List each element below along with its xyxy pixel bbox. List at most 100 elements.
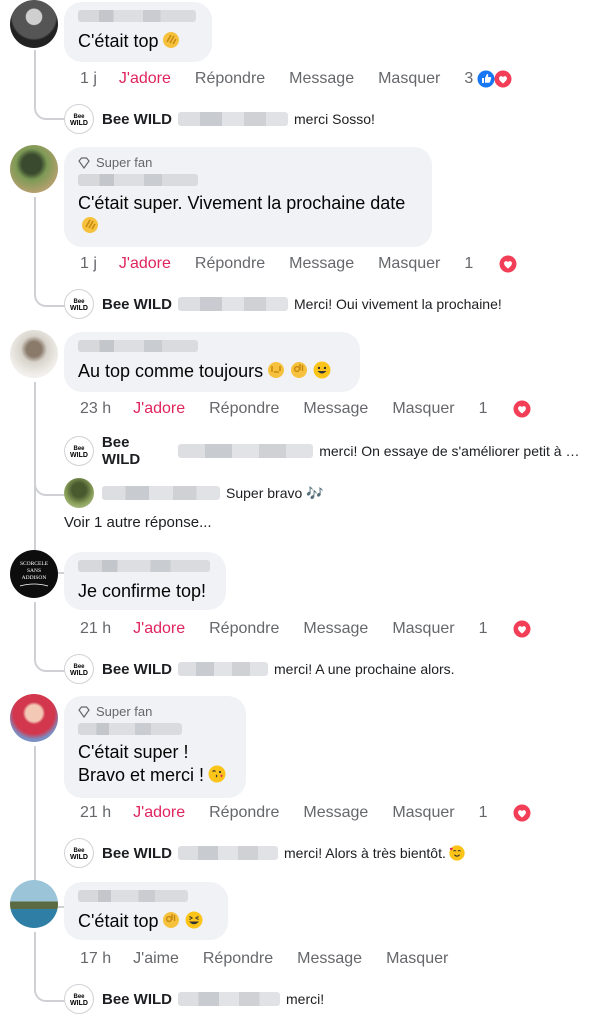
reaction-count: 1	[478, 400, 488, 417]
timestamp[interactable]: 21 h	[80, 804, 111, 822]
reply-author[interactable]: Bee WILD	[102, 434, 172, 468]
reply-row: Bee WILD Bee WILD merci! Alors à très bie…	[64, 838, 466, 868]
bee-wild-logo[interactable]: Bee WILD	[64, 654, 94, 684]
author-name-blurred[interactable]	[78, 560, 210, 572]
reply-button[interactable]: Répondre	[203, 950, 273, 968]
avatar[interactable]	[10, 0, 58, 48]
author-name-blurred[interactable]	[78, 890, 188, 902]
timestamp[interactable]: 23 h	[80, 400, 111, 418]
reply-row: Bee WILD Bee WILD merci Sosso!	[64, 104, 375, 134]
reaction-summary[interactable]: 1	[479, 620, 532, 638]
mention-blurred[interactable]	[178, 846, 279, 860]
comment-text: C'était top	[78, 911, 159, 931]
reaction-count: 1	[478, 804, 488, 821]
avatar[interactable]	[10, 330, 58, 378]
reaction-summary[interactable]: 1	[479, 804, 532, 822]
author-name-blurred[interactable]	[78, 174, 198, 186]
author-name-blurred[interactable]	[102, 486, 220, 500]
mention-blurred[interactable]	[177, 444, 314, 458]
love-reaction-icon	[513, 620, 531, 638]
message-button[interactable]: Message	[303, 620, 368, 638]
comment-bubble: C'était top	[64, 2, 212, 62]
author-name-blurred[interactable]	[78, 723, 182, 735]
bee-wild-logo[interactable]: Bee WILD	[64, 104, 94, 134]
hide-button[interactable]: Masquer	[392, 620, 454, 638]
reaction-count: 1	[478, 620, 488, 637]
comment-text: Au top comme toujours	[78, 361, 264, 381]
timestamp[interactable]: 1 j	[80, 255, 97, 273]
avatar[interactable]: SCORCELE SANS ADDISON	[10, 550, 58, 598]
svg-text:SANS: SANS	[27, 568, 41, 574]
svg-text:WILD: WILD	[70, 305, 88, 312]
mention-blurred[interactable]	[178, 297, 289, 311]
author-name-blurred[interactable]	[78, 10, 196, 22]
hide-button[interactable]: Masquer	[378, 255, 440, 273]
hide-button[interactable]: Masquer	[392, 804, 454, 822]
avatar[interactable]	[64, 478, 94, 508]
reaction-summary[interactable]: 1	[479, 400, 532, 418]
view-more-replies-link[interactable]: Voir 1 autre réponse...	[64, 514, 212, 531]
reply-text: merci! Alors à très bientôt.	[284, 845, 446, 861]
love-reaction-icon	[499, 255, 517, 273]
comment-bubble: Super fan C'était super ! Bravo et merci…	[64, 696, 246, 798]
reply-button[interactable]: Répondre	[209, 620, 279, 638]
mention-blurred[interactable]	[178, 992, 281, 1006]
message-button[interactable]: Message	[303, 804, 368, 822]
love-button[interactable]: J'adore	[133, 400, 185, 418]
reply-row: Bee WILD Bee WILD Merci! Oui vivement la …	[64, 289, 502, 319]
diamond-icon	[78, 705, 90, 718]
comment-actions: 21 h J'adore Répondre Message Masquer 1	[80, 804, 531, 822]
reply-text: merci! A une prochaine alors.	[274, 661, 455, 677]
message-button[interactable]: Message	[289, 70, 354, 88]
avatar[interactable]	[10, 880, 58, 928]
reply-author[interactable]: Bee WILD	[102, 296, 172, 313]
hide-button[interactable]: Masquer	[392, 400, 454, 418]
svg-text:SCORCELE: SCORCELE	[20, 561, 49, 567]
message-button[interactable]: Message	[289, 255, 354, 273]
timestamp[interactable]: 17 h	[80, 950, 111, 968]
hide-button[interactable]: Masquer	[386, 950, 448, 968]
reaction-count: 3	[464, 70, 474, 87]
timestamp[interactable]: 21 h	[80, 620, 111, 638]
reply-author[interactable]: Bee WILD	[102, 991, 172, 1008]
reply-author[interactable]: Bee WILD	[102, 111, 172, 128]
reply-text: merci! On essaye de s'améliorer petit à …	[319, 443, 585, 459]
reply-button[interactable]: Répondre	[209, 400, 279, 418]
author-name-blurred[interactable]	[78, 340, 198, 352]
avatar[interactable]	[10, 145, 58, 193]
message-button[interactable]: Message	[297, 950, 362, 968]
mention-blurred[interactable]	[178, 662, 269, 676]
love-you-gesture-icon	[268, 362, 285, 378]
svg-text:WILD: WILD	[70, 120, 88, 127]
comment-actions: 1 j J'adore Répondre Message Masquer 3	[80, 70, 512, 88]
reaction-summary[interactable]: 3	[464, 70, 512, 88]
love-button[interactable]: J'adore	[133, 620, 185, 638]
reply-author[interactable]: Bee WILD	[102, 845, 172, 862]
reply-button[interactable]: Répondre	[195, 70, 265, 88]
hide-button[interactable]: Masquer	[378, 70, 440, 88]
reaction-summary[interactable]: 1	[464, 255, 517, 273]
like-button[interactable]: J'aime	[133, 950, 179, 968]
bee-wild-logo[interactable]: Bee WILD	[64, 436, 94, 466]
mention-blurred[interactable]	[178, 112, 289, 126]
bee-wild-logo[interactable]: Bee WILD	[64, 984, 94, 1014]
love-button[interactable]: J'adore	[119, 255, 171, 273]
love-button[interactable]: J'adore	[119, 70, 171, 88]
avatar[interactable]	[10, 694, 58, 742]
message-button[interactable]: Message	[303, 400, 368, 418]
love-reaction-icon	[513, 804, 531, 822]
ok-hand-icon	[163, 912, 180, 928]
reply-button[interactable]: Répondre	[195, 255, 265, 273]
svg-text:WILD: WILD	[70, 1000, 88, 1007]
love-button[interactable]: J'adore	[133, 804, 185, 822]
bee-wild-logo[interactable]: Bee WILD	[64, 838, 94, 868]
comment-bubble: Au top comme toujours	[64, 332, 360, 392]
reply-button[interactable]: Répondre	[209, 804, 279, 822]
timestamp[interactable]: 1 j	[80, 70, 97, 88]
reply-author[interactable]: Bee WILD	[102, 661, 172, 678]
bee-wild-logo[interactable]: Bee WILD	[64, 289, 94, 319]
reply-text: Super bravo 🎶	[226, 484, 324, 501]
comment-text: Je confirme top!	[78, 581, 207, 601]
comment-actions: 23 h J'adore Répondre Message Masquer 1	[80, 400, 531, 418]
svg-text:WILD: WILD	[70, 670, 88, 677]
